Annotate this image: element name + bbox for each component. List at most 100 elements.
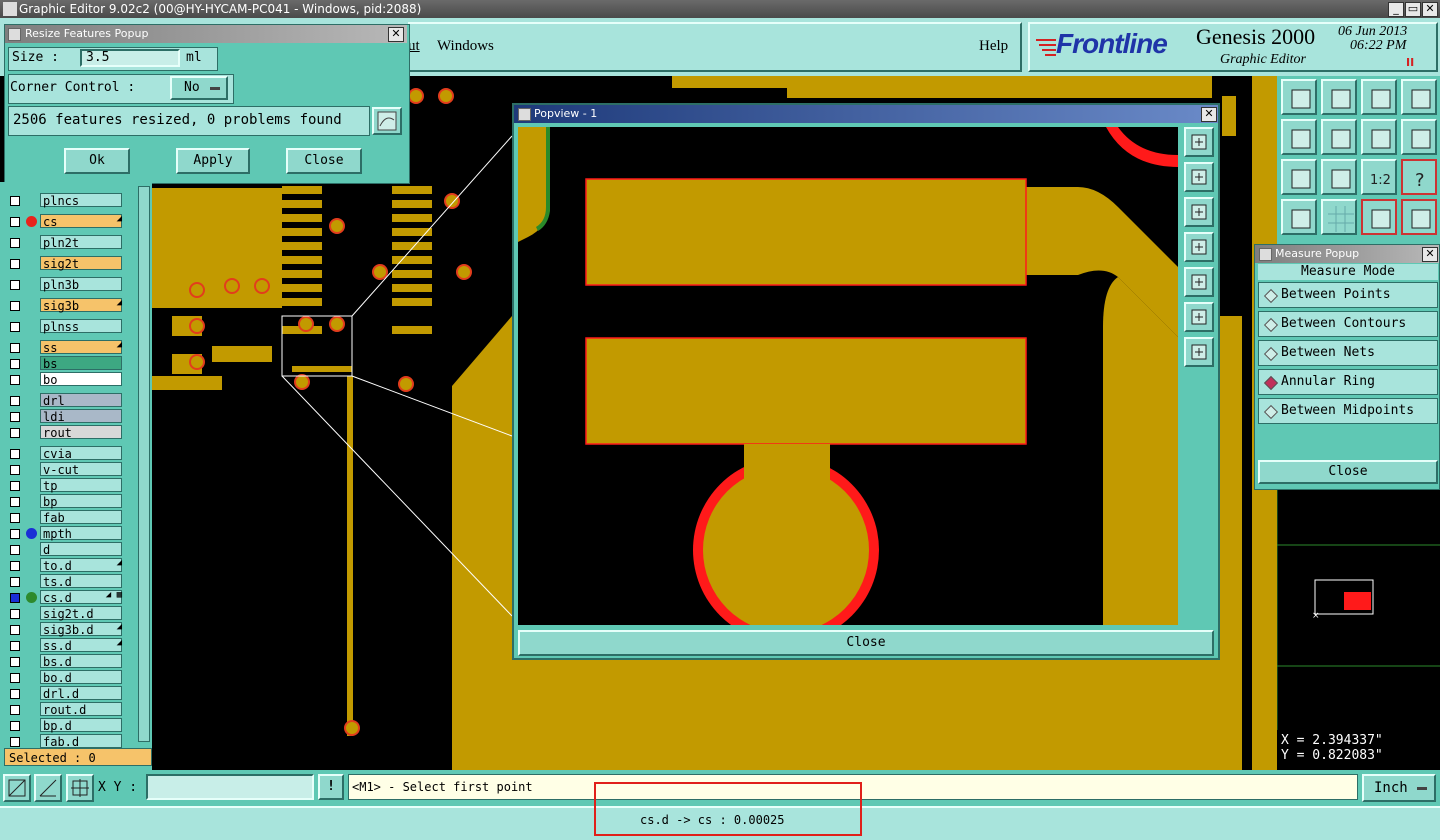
layer-checkbox[interactable] (10, 259, 20, 269)
popview-left-button[interactable] (1184, 232, 1214, 262)
layer-checkbox[interactable] (10, 561, 20, 571)
layer-checkbox[interactable] (10, 657, 20, 667)
layer-row[interactable]: ss ◢ (6, 340, 126, 355)
panel-left-button[interactable] (1281, 119, 1317, 155)
net-right-button[interactable] (1401, 199, 1437, 235)
layer-checkbox[interactable] (10, 737, 20, 747)
popview-center-button[interactable] (1184, 337, 1214, 367)
xy-input[interactable] (146, 774, 314, 800)
panel-right-button[interactable] (1321, 119, 1357, 155)
layer-checkbox[interactable] (10, 280, 20, 290)
measure-tool-button[interactable] (34, 774, 62, 802)
layer-row[interactable]: v-cut (6, 462, 126, 477)
help-button[interactable]: ? (1401, 159, 1437, 195)
measure-popup-close-icon[interactable]: ✕ (1422, 247, 1438, 262)
layer-checkbox[interactable] (10, 217, 20, 227)
measure-mode-option[interactable]: Between Nets (1258, 340, 1438, 366)
popview-right-button[interactable] (1184, 267, 1214, 297)
layer-checkbox[interactable] (10, 529, 20, 539)
layer-row[interactable]: cs.d ◢ ▦ (6, 590, 126, 605)
layer-row[interactable]: d (6, 542, 126, 557)
grid-button[interactable] (1321, 199, 1357, 235)
layer-checkbox[interactable] (10, 428, 20, 438)
ok-button[interactable]: Ok (64, 148, 130, 174)
layer-row[interactable]: rout (6, 425, 126, 440)
layer-row[interactable]: rout.d (6, 702, 126, 717)
layer-row[interactable]: drl.d (6, 686, 126, 701)
minimize-button[interactable]: _ (1388, 2, 1404, 17)
layer-checkbox[interactable] (10, 673, 20, 683)
layer-checkbox[interactable] (10, 641, 20, 651)
measure-mode-option[interactable]: Between Contours (1258, 311, 1438, 337)
layer-checkbox[interactable] (10, 343, 20, 353)
layer-checkbox[interactable] (10, 689, 20, 699)
layer-checkbox[interactable] (10, 301, 20, 311)
layer-row[interactable]: fab (6, 510, 126, 525)
layer-checkbox[interactable] (10, 481, 20, 491)
layer-checkbox[interactable] (10, 375, 20, 385)
layer-row[interactable]: mpth (6, 526, 126, 541)
layer-row[interactable]: bo (6, 372, 126, 387)
popview-zoom-button[interactable] (1184, 127, 1214, 157)
popview-close-button[interactable]: Close (518, 630, 1214, 656)
layer-checkbox[interactable] (10, 625, 20, 635)
fit-button[interactable] (1281, 159, 1317, 195)
layer-row[interactable]: tp (6, 478, 126, 493)
close-app-button[interactable]: ✕ (1422, 2, 1438, 17)
layer-checkbox[interactable] (10, 359, 20, 369)
layer-row[interactable]: pln2t (6, 235, 126, 250)
layer-checkbox[interactable] (10, 721, 20, 731)
layer-row[interactable]: bo.d (6, 670, 126, 685)
layer-row[interactable]: drl (6, 393, 126, 408)
popview-close-icon[interactable]: ✕ (1201, 107, 1217, 122)
layer-row[interactable]: plnss (6, 319, 126, 334)
maximize-button[interactable]: ▭ (1405, 2, 1421, 17)
layer-checkbox[interactable] (10, 465, 20, 475)
layer-checkbox[interactable] (10, 513, 20, 523)
popview-down-button[interactable] (1184, 197, 1214, 227)
layer-row[interactable]: sig2t.d (6, 606, 126, 621)
resize-preview-button[interactable] (372, 107, 402, 135)
layer-checkbox[interactable] (10, 396, 20, 406)
layer-row[interactable]: sig2t (6, 256, 126, 271)
zoom-home-button[interactable] (1281, 79, 1317, 115)
layer-row[interactable]: ss.d ◢ (6, 638, 126, 653)
layer-row[interactable]: plncs (6, 193, 126, 208)
layer-checkbox[interactable] (10, 412, 20, 422)
layer-checkbox[interactable] (10, 322, 20, 332)
layer-row[interactable]: cs ◢ (6, 214, 126, 229)
layer-row[interactable]: ldi (6, 409, 126, 424)
zoom-down-button[interactable] (1321, 79, 1357, 115)
layer-row[interactable]: bp (6, 494, 126, 509)
home-button[interactable] (1361, 79, 1397, 115)
zoom-window-button[interactable] (3, 774, 31, 802)
measure-mode-option[interactable]: Annular Ring (1258, 369, 1438, 395)
snake-button[interactable] (1401, 119, 1437, 155)
layer-checkbox[interactable] (10, 497, 20, 507)
layer-row[interactable]: bs (6, 356, 126, 371)
alert-button[interactable]: ! (318, 774, 344, 800)
net-left-button[interactable] (1361, 199, 1397, 235)
menu-help[interactable]: Help (979, 38, 1008, 55)
popview-fit-button[interactable] (1184, 302, 1214, 332)
measure-mode-option[interactable]: Between Points (1258, 282, 1438, 308)
layer-row[interactable]: sig3b.d ◢ (6, 622, 126, 637)
measure-close-button[interactable]: Close (1258, 460, 1438, 484)
layer-checkbox[interactable] (10, 609, 20, 619)
layer-row[interactable]: ts.d (6, 574, 126, 589)
layer-row[interactable]: bs.d (6, 654, 126, 669)
mini-map[interactable]: × (1277, 490, 1440, 730)
corner-control-select[interactable]: No (170, 76, 228, 100)
resize-close-button[interactable]: Close (286, 148, 362, 174)
measure-mode-option[interactable]: Between Midpoints (1258, 398, 1438, 424)
swap-button[interactable] (1361, 119, 1397, 155)
layer-row[interactable]: sig3b ◢ (6, 298, 126, 313)
layer-row[interactable]: bp.d (6, 718, 126, 733)
layer-checkbox[interactable] (10, 705, 20, 715)
layer-row[interactable]: fab.d (6, 734, 126, 749)
layer-checkbox[interactable] (10, 545, 20, 555)
split-window-button[interactable] (1401, 79, 1437, 115)
layer-checkbox[interactable] (10, 577, 20, 587)
units-select[interactable]: Inch (1362, 774, 1436, 802)
one-to-one-button[interactable]: 1:2 (1361, 159, 1397, 195)
